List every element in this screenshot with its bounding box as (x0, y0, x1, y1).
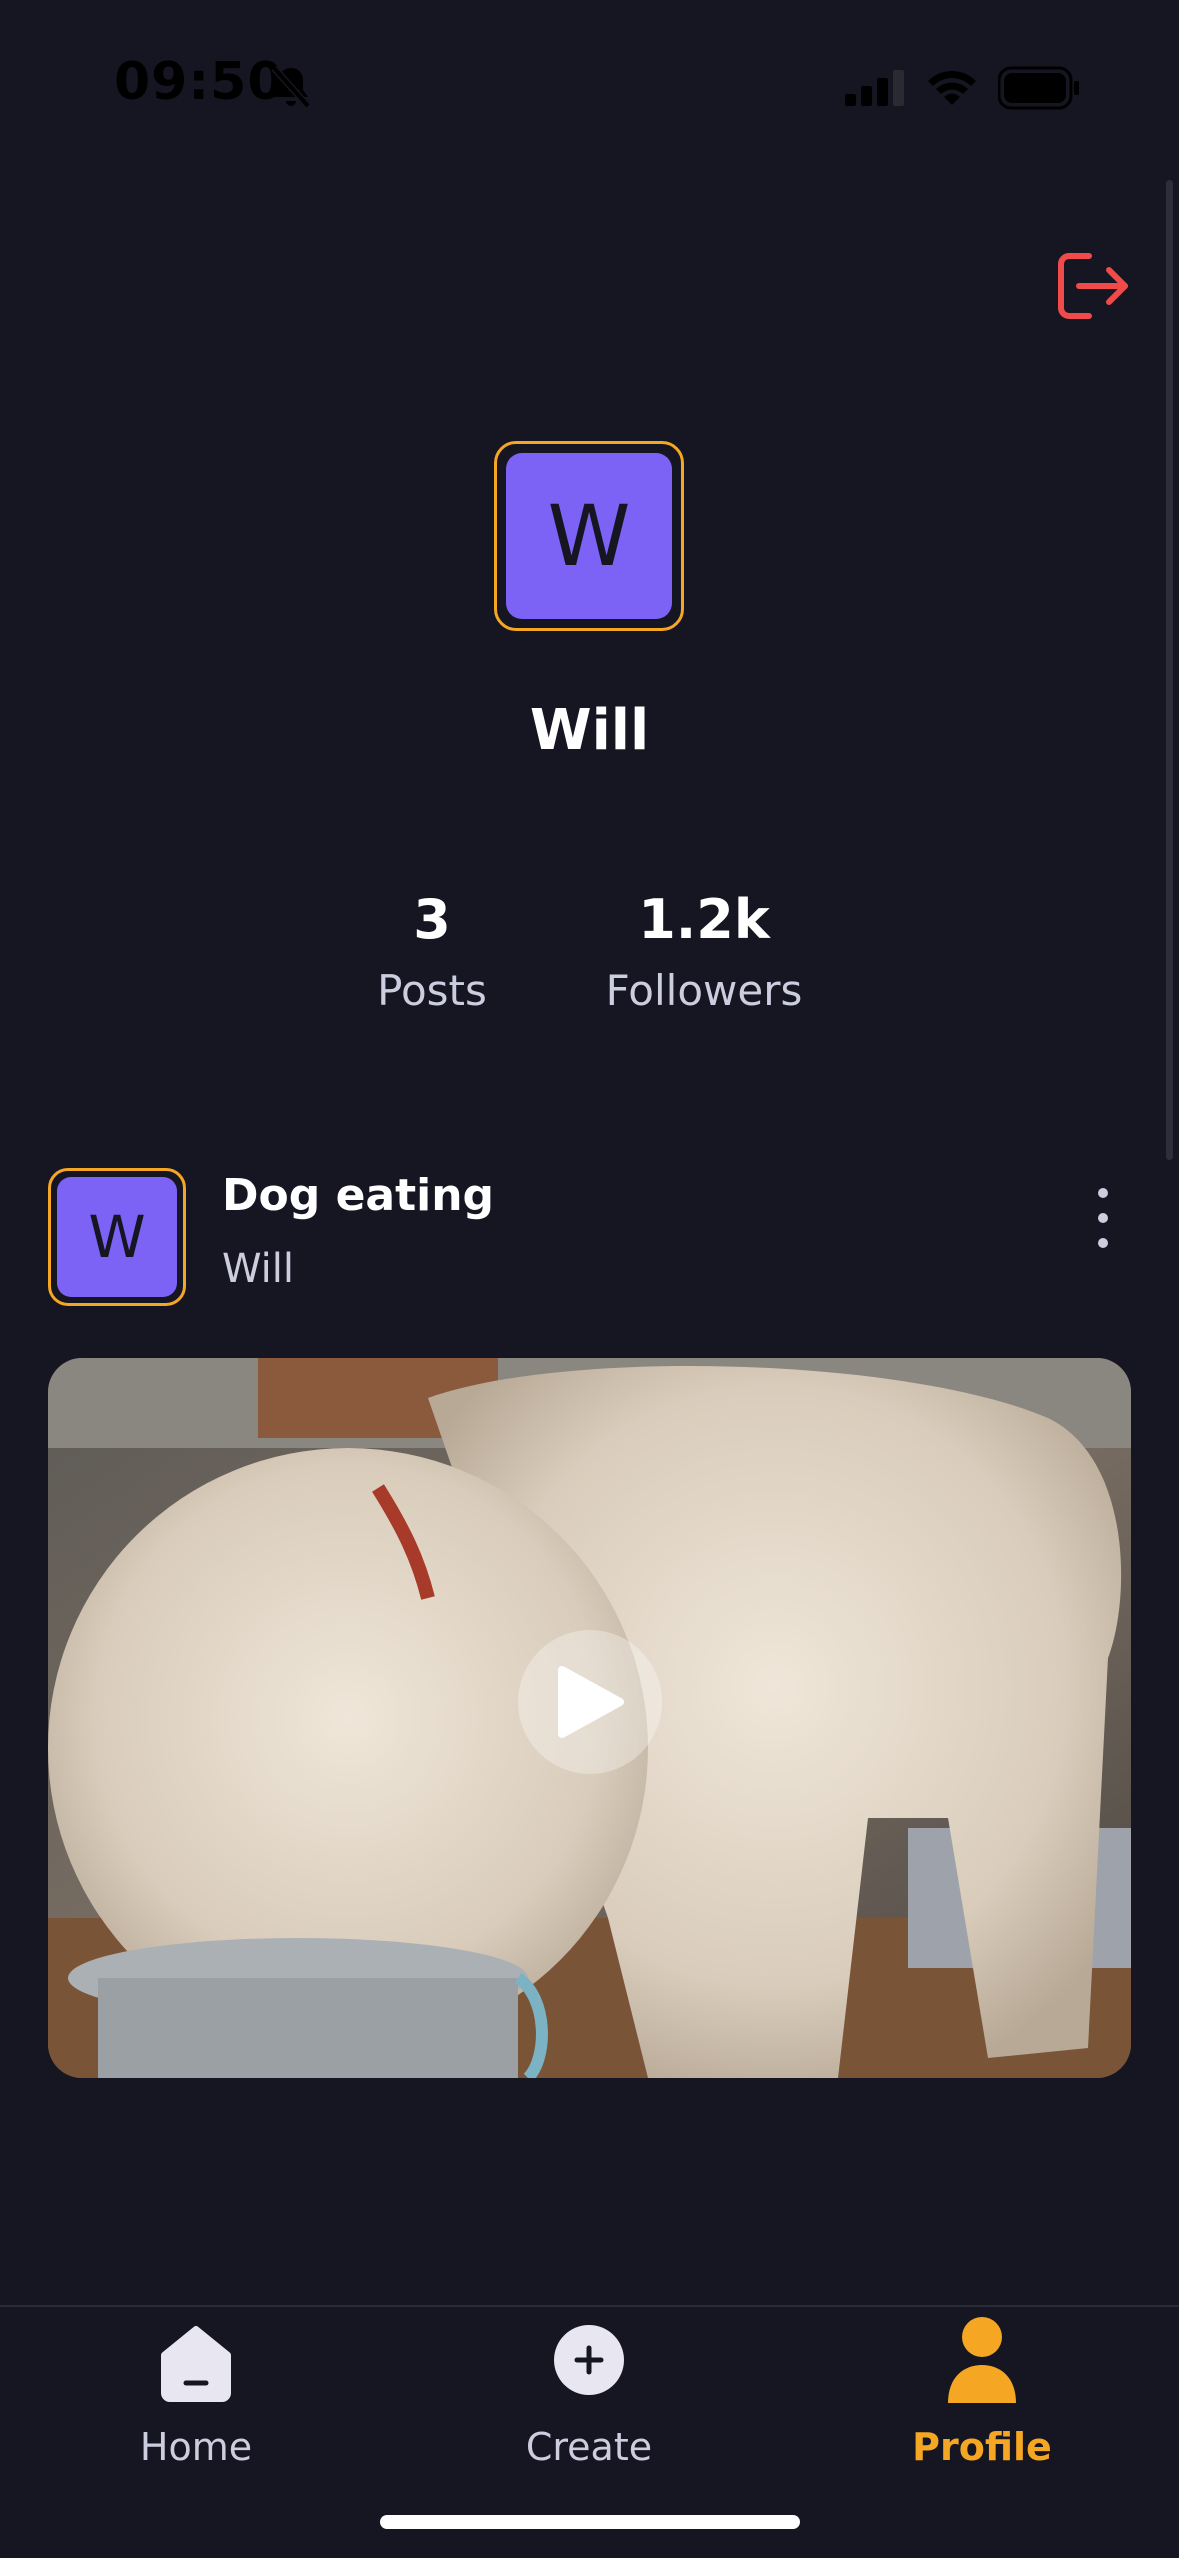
battery-icon (998, 66, 1079, 110)
tab-home[interactable]: Home (66, 2307, 326, 2517)
post-avatar-letter: W (57, 1177, 177, 1297)
tab-create[interactable]: Create (459, 2307, 719, 2517)
followers-count: 1.2k (638, 888, 770, 951)
post-author: Will (222, 1246, 295, 1292)
more-dot-icon (1098, 1188, 1108, 1198)
tab-profile-label: Profile (912, 2425, 1052, 2469)
home-icon (161, 2326, 231, 2402)
followers-label: Followers (605, 966, 803, 1015)
profile-avatar-letter: W (506, 453, 672, 619)
status-time: 09:50 (114, 52, 285, 112)
play-button[interactable] (518, 1630, 662, 1774)
cellular-signal-icon (845, 70, 904, 106)
tab-home-label: Home (139, 2425, 253, 2469)
post-author-avatar[interactable]: W (48, 1168, 186, 1306)
video-thumbnail[interactable] (48, 1358, 1131, 2078)
scroll-indicator[interactable] (1166, 180, 1173, 1160)
tab-profile[interactable]: Profile (852, 2307, 1112, 2517)
tab-create-label: Create (525, 2425, 653, 2469)
plus-icon (554, 2325, 624, 2395)
posts-count: 3 (413, 888, 451, 951)
profile-name: Will (529, 698, 650, 763)
post-more-options-button[interactable] (1088, 1188, 1118, 1248)
more-dot-icon (1098, 1213, 1108, 1223)
posts-stat: 3 Posts (351, 885, 513, 1021)
wifi-icon (928, 71, 976, 105)
profile-avatar: W (494, 441, 684, 631)
bell-muted-icon (271, 65, 311, 109)
post-title: Dog eating (222, 1170, 495, 1221)
status-bar: 09:50 (0, 0, 1179, 180)
followers-stat: 1.2k Followers (588, 885, 820, 1021)
logout-button[interactable] (1055, 250, 1133, 322)
more-dot-icon (1098, 1238, 1108, 1248)
profile-icon (948, 2317, 1016, 2403)
posts-label: Posts (377, 966, 487, 1015)
home-indicator[interactable] (380, 2515, 800, 2529)
play-icon (558, 1666, 624, 1738)
